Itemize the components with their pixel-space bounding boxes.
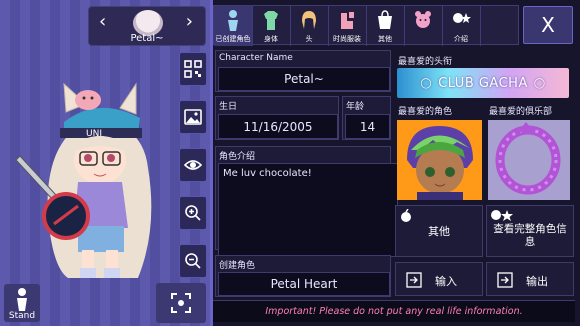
person-star-icon <box>491 210 513 221</box>
pet-face-icon <box>415 11 431 28</box>
view-full-info-button[interactable]: 查看完整角色信息 <box>486 205 574 257</box>
chevron-left-icon[interactable]: ‹ <box>99 11 106 32</box>
qr-code-icon <box>184 60 202 78</box>
birthday-section: 生日 11/16/2005 <box>215 96 339 140</box>
banner-decoration-icon: ◯ <box>420 77 433 89</box>
creator-input[interactable]: Petal Heart <box>218 272 390 296</box>
tab-label: 已创建角色 <box>215 35 251 43</box>
tab-label: 介绍 <box>454 35 468 43</box>
intro-section: 角色介绍 Me luv chocolate! <box>215 146 398 257</box>
face-star-icon <box>453 13 471 23</box>
person-icon <box>228 10 238 31</box>
creator-section: 创建角色 Petal Heart <box>215 255 391 297</box>
tab-label: 其他 <box>378 35 392 43</box>
tab-fashion[interactable]: 时尚服装 <box>328 6 367 46</box>
apple-icon <box>401 209 411 222</box>
character-selector: ‹ › Petal~ <box>88 6 206 46</box>
qr-code-button[interactable] <box>179 52 207 86</box>
creator-label: 创建角色 <box>219 261 256 271</box>
banner-decoration-icon: ◯ <box>533 77 546 89</box>
tab-created-characters[interactable]: 已创建角色 <box>214 6 253 46</box>
favorite-title-banner[interactable]: ◯ CLUB GACHA ◯ <box>397 68 569 98</box>
import-button-label: 输入 <box>435 275 457 288</box>
intro-textarea[interactable]: Me luv chocolate! <box>218 163 398 257</box>
capture-focus-icon <box>171 293 191 313</box>
tab-other[interactable]: 其他 <box>366 6 405 46</box>
age-section: 年龄 14 <box>342 96 391 140</box>
tab-pets[interactable] <box>404 6 443 46</box>
favorite-club-label: 最喜爱的俱乐部 <box>489 107 553 117</box>
tab-label: 身体 <box>264 35 278 43</box>
hair-icon <box>302 11 316 29</box>
intro-label: 角色介绍 <box>219 152 256 162</box>
age-label: 年龄 <box>346 102 365 112</box>
favorite-character-portrait[interactable] <box>397 120 482 200</box>
favorite-character-label: 最喜爱的角色 <box>398 107 453 117</box>
favorite-title-label: 最喜爱的头衔 <box>398 57 453 67</box>
visibility-button[interactable] <box>179 148 207 182</box>
birthday-input[interactable]: 11/16/2005 <box>218 114 338 139</box>
image-icon <box>184 109 202 125</box>
tab-label: 时尚服装 <box>333 35 361 43</box>
category-tabs: 已创建角色 身体 头 时尚服装 其他 介绍 <box>213 5 519 46</box>
tab-intro[interactable]: 介绍 <box>442 6 481 46</box>
birthday-label: 生日 <box>219 102 238 112</box>
zoom-out-icon <box>185 253 201 269</box>
chevron-right-icon[interactable]: › <box>186 11 193 32</box>
zoom-in-icon <box>185 205 201 221</box>
other-button-label: 其他 <box>428 225 450 238</box>
capture-button[interactable] <box>156 283 206 323</box>
tab-head[interactable]: 头 <box>290 6 329 46</box>
export-button[interactable]: 输出 <box>486 262 574 296</box>
fashion-icon <box>341 12 354 29</box>
character-name-input[interactable]: Petal~ <box>218 67 390 91</box>
other-button[interactable]: 其他 <box>395 205 483 257</box>
character-name-label: Character Name <box>219 53 293 63</box>
export-button-label: 输出 <box>526 275 548 288</box>
privacy-notice: Important! Please do not put any real li… <box>213 300 575 322</box>
shopping-bag-icon <box>378 10 392 29</box>
shirt-icon <box>264 11 278 30</box>
tab-label: 头 <box>305 35 313 43</box>
zoom-out-button[interactable] <box>179 244 207 278</box>
import-button[interactable]: 输入 <box>395 262 483 296</box>
character-preview[interactable]: UNI <box>8 78 178 288</box>
view-full-info-label: 查看完整角色信息 <box>493 223 567 248</box>
close-icon: X <box>541 13 555 37</box>
stand-label: Stand <box>8 311 36 321</box>
stand-button[interactable]: Stand <box>4 284 40 322</box>
tab-body[interactable]: 身体 <box>252 6 291 46</box>
club-emblem-image <box>495 122 561 195</box>
close-button[interactable]: X <box>523 6 573 44</box>
selected-character-name: Petal~ <box>130 33 164 44</box>
character-portrait-image <box>407 126 473 200</box>
eye-icon <box>184 160 202 170</box>
person-icon <box>17 288 27 311</box>
age-input[interactable]: 14 <box>345 114 390 139</box>
zoom-in-button[interactable] <box>179 196 207 230</box>
favorite-club-emblem[interactable] <box>488 120 570 200</box>
character-name-section: Character Name Petal~ <box>215 50 391 92</box>
image-button[interactable] <box>179 100 207 134</box>
favorite-title-value: CLUB GACHA <box>438 75 528 91</box>
